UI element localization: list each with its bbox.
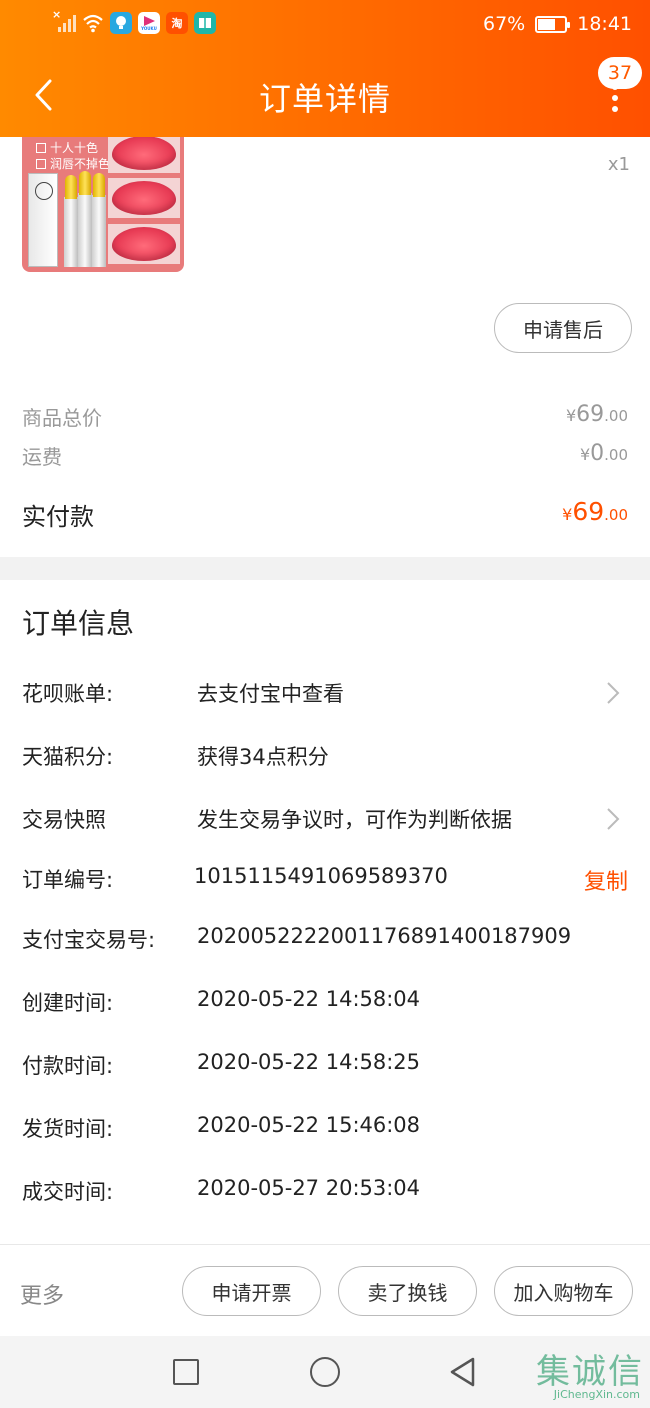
- status-icons: × YOUKU 淘: [52, 8, 216, 34]
- row-label: 天猫积分:: [22, 745, 114, 769]
- invoice-button[interactable]: 申请开票: [182, 1266, 321, 1316]
- row-label: 花呗账单:: [22, 682, 114, 706]
- back-icon[interactable]: [448, 1356, 476, 1388]
- row-label: 创建时间:: [22, 991, 114, 1015]
- thumbnail-text: 十人十色 润唇不掉色: [36, 140, 110, 172]
- chevron-right-icon: [607, 808, 620, 830]
- paid-time-row: 付款时间: 2020-05-22 14:58:25: [22, 1050, 628, 1090]
- copy-button[interactable]: 复制: [584, 864, 628, 896]
- app-header: × YOUKU 淘 67% 18:41 订单详情 37: [0, 0, 650, 137]
- goods-total-value: ¥69.00: [565, 402, 628, 427]
- page-title: 订单详情: [258, 80, 391, 118]
- taobao-app-icon: 淘: [166, 12, 188, 34]
- product-quantity: x1: [607, 154, 630, 175]
- row-label: 支付宝交易号:: [22, 928, 156, 952]
- message-badge[interactable]: 37: [598, 57, 642, 89]
- row-label: 订单编号:: [22, 868, 114, 892]
- watermark: 集诚信 JiChengXin.com: [536, 1344, 644, 1401]
- completed-time-row: 成交时间: 2020-05-27 20:53:04: [22, 1176, 628, 1216]
- shipping-label: 运费: [22, 445, 62, 469]
- system-nav-bar: 集诚信 JiChengXin.com: [0, 1336, 650, 1408]
- recents-icon[interactable]: [173, 1359, 199, 1385]
- bottom-action-bar: 更多 申请开票 卖了换钱 加入购物车: [0, 1244, 650, 1336]
- order-info-title: 订单信息: [22, 607, 135, 640]
- order-number-value: 1015115491069589370: [194, 864, 448, 888]
- goods-total-label: 商品总价: [22, 406, 102, 430]
- row-label: 成交时间:: [22, 1180, 114, 1204]
- row-value: 2020052222001176891400187909: [197, 924, 572, 948]
- chevron-right-icon: [607, 682, 620, 704]
- check-icon: [36, 159, 46, 169]
- lipstick-tube: [64, 175, 78, 267]
- status-bar: × YOUKU 淘 67% 18:41: [0, 0, 650, 52]
- wifi-icon: [83, 14, 103, 33]
- more-button[interactable]: 更多: [20, 1278, 64, 1310]
- product-thumbnail[interactable]: 十人十色 润唇不掉色: [22, 137, 184, 272]
- alipay-trade-row: 支付宝交易号: 2020052222001176891400187909: [22, 924, 628, 964]
- youku-app-icon: YOUKU: [138, 12, 160, 34]
- row-label: 交易快照: [22, 808, 106, 832]
- paid-value: ¥69.00: [562, 497, 628, 526]
- lipstick-tube: [78, 171, 92, 267]
- after-sale-button[interactable]: 申请售后: [494, 303, 632, 353]
- trade-snapshot-row[interactable]: 交易快照 发生交易争议时，可作为判断依据: [22, 804, 628, 844]
- clock: 18:41: [577, 13, 632, 35]
- shipping-value: ¥0.00: [579, 441, 628, 466]
- product-card: 十人十色 润唇不掉色 x1 申请售后 商品总价 ¥69.00 运费 ¥0.00 …: [0, 137, 650, 557]
- watermark-chinese: 集诚信: [536, 1352, 644, 1392]
- shipped-time-row: 发货时间: 2020-05-22 15:46:08: [22, 1113, 628, 1153]
- huabei-bill-row[interactable]: 花呗账单: 去支付宝中查看: [22, 678, 628, 718]
- row-value: 发生交易争议时，可作为判断依据: [197, 808, 512, 832]
- paid-label: 实付款: [22, 503, 94, 531]
- resell-button[interactable]: 卖了换钱: [338, 1266, 477, 1316]
- tmall-points-row: 天猫积分: 获得34点积分: [22, 741, 628, 781]
- row-value: 2020-05-27 20:53:04: [197, 1176, 421, 1200]
- lip-swatch: [112, 181, 176, 215]
- lipstick-tube: [92, 173, 106, 267]
- add-to-cart-button[interactable]: 加入购物车: [494, 1266, 633, 1316]
- bulb-app-icon: [110, 12, 132, 34]
- battery-percent: 67%: [483, 13, 526, 35]
- status-right: 67% 18:41: [483, 13, 632, 35]
- row-value: 获得34点积分: [197, 745, 329, 769]
- battery-icon: [535, 15, 571, 33]
- signal-icon: ×: [52, 8, 76, 34]
- row-label: 发货时间:: [22, 1117, 114, 1141]
- check-icon: [36, 143, 46, 153]
- order-number-row: 订单编号: 1015115491069589370 复制: [22, 864, 628, 904]
- row-value: 2020-05-22 15:46:08: [197, 1113, 421, 1137]
- row-value: 2020-05-22 14:58:25: [197, 1050, 421, 1074]
- created-time-row: 创建时间: 2020-05-22 14:58:04: [22, 987, 628, 1027]
- watermark-url: JiChengXin.com: [553, 1388, 640, 1401]
- home-icon[interactable]: [310, 1357, 340, 1387]
- book-app-icon: [194, 12, 216, 34]
- lip-swatch: [112, 227, 176, 261]
- lip-swatch: [112, 137, 176, 170]
- row-label: 付款时间:: [22, 1054, 114, 1078]
- product-box: [28, 173, 58, 267]
- row-value: 2020-05-22 14:58:04: [197, 987, 421, 1011]
- order-info-section: 订单信息 花呗账单: 去支付宝中查看 天猫积分: 获得34点积分 交易快照 发生…: [0, 580, 650, 1244]
- row-value: 去支付宝中查看: [197, 682, 344, 706]
